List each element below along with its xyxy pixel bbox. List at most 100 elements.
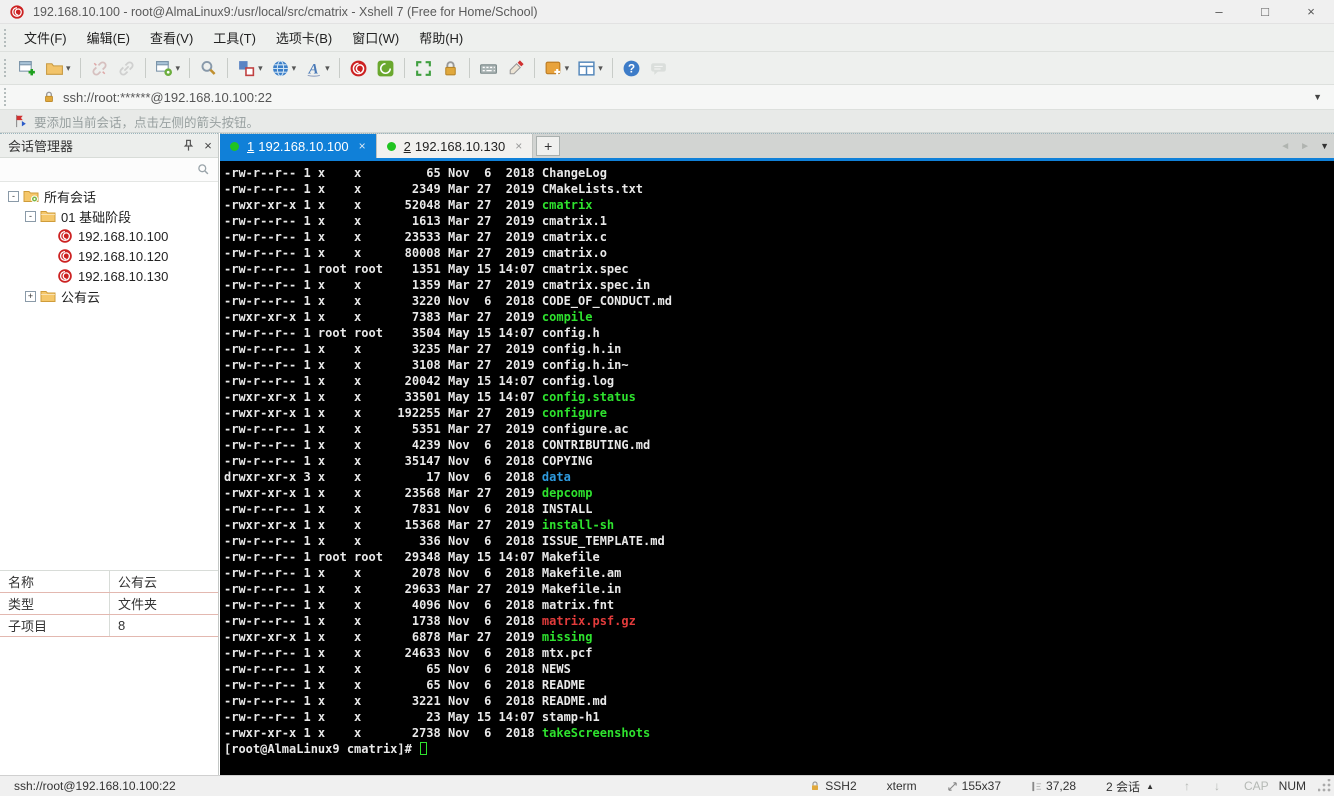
menu-item[interactable]: 窗口(W) [342, 27, 409, 50]
dropdown-caret-icon[interactable]: ▾ [598, 63, 603, 74]
terminal-line: -rw-r--r-- 1 root root 3504 May 15 14:07… [224, 326, 600, 340]
help-button[interactable]: ? [619, 56, 644, 81]
reconnect-button[interactable] [114, 56, 139, 81]
tile-button[interactable]: ▾ [574, 56, 606, 81]
menu-item[interactable]: 查看(V) [140, 27, 203, 50]
font-button[interactable]: A ▾ [301, 56, 333, 81]
file-name: config.h.in [541, 342, 622, 356]
tree-item-192.168.10.120[interactable]: 192.168.10.120 [0, 246, 218, 266]
close-panel-icon[interactable]: × [198, 136, 218, 156]
file-name: configure [541, 406, 607, 420]
session-tree: - 所有会话 -01 基础阶段 192.168.10.100 192.168.10.12… [0, 182, 218, 306]
toolbar-grip[interactable] [4, 28, 10, 47]
file-name: CODE_OF_CONDUCT.md [541, 294, 672, 308]
minimize-button[interactable]: – [1196, 0, 1242, 24]
new-tab-button[interactable]: + [536, 136, 561, 156]
xshell-button[interactable] [346, 56, 371, 81]
file-name: cmatrix.spec.in [541, 278, 651, 292]
tree-item--[interactable]: + 公有云 [0, 286, 218, 306]
status-caps-lock: CAP [1243, 779, 1269, 793]
reconnect-icon [117, 59, 136, 78]
menu-item[interactable]: 文件(F) [14, 27, 77, 50]
layout-button[interactable]: ▾ [234, 56, 266, 81]
menu-item[interactable]: 工具(T) [203, 27, 266, 50]
session-properties-button[interactable]: ▾ [152, 56, 184, 81]
new-session-button[interactable] [15, 56, 40, 81]
disconnect-button[interactable] [87, 56, 112, 81]
resize-grip[interactable] [1318, 779, 1332, 793]
dropdown-caret-icon[interactable]: ▾ [66, 63, 71, 74]
dropdown-caret-icon[interactable]: ▾ [325, 63, 330, 74]
scroll-down-icon[interactable]: ↓ [1214, 779, 1220, 793]
address-input[interactable]: ssh://root:******@192.168.10.100:22 [63, 90, 1301, 105]
terminal-line: -rw-r--r-- 1 x x 65 Nov 6 2018 ChangeLog [224, 166, 607, 180]
toolbar-separator [79, 58, 81, 78]
dropdown-caret-icon[interactable]: ▾ [292, 63, 297, 74]
property-key: 子项目 [0, 615, 110, 636]
web-button[interactable]: ▾ [268, 56, 300, 81]
terminal-line: -rw-r--r-- 1 x x 4239 Nov 6 2018 CONTRIB… [224, 438, 651, 452]
folder-icon [40, 288, 56, 304]
scroll-up-icon[interactable]: ↑ [1184, 779, 1190, 793]
address-dropdown-icon[interactable]: ▼ [1301, 92, 1334, 102]
tree-item--[interactable]: - 所有会话 [0, 186, 218, 206]
pin-icon[interactable] [178, 136, 198, 156]
toolbar-grip[interactable] [4, 59, 10, 77]
svg-text:A: A [308, 61, 319, 77]
keyboard-button[interactable] [476, 56, 501, 81]
file-name: cmatrix.1 [541, 214, 607, 228]
status-session-count[interactable]: 2 会话 ▲ [1106, 778, 1154, 795]
tab-scroll-left-icon[interactable]: ◄ [1275, 141, 1295, 152]
terminal-line: -rw-r--r-- 1 x x 3220 Nov 6 2018 CODE_OF… [224, 294, 672, 308]
tree-item-192.168.10.100[interactable]: 192.168.10.100 [0, 226, 218, 246]
tree-item-01-[interactable]: - 01 基础阶段 [0, 206, 218, 226]
sessions-dropdown-icon[interactable]: ▲ [1146, 782, 1154, 791]
menu-item[interactable]: 编辑(E) [77, 27, 140, 50]
collapse-icon[interactable]: - [25, 210, 36, 222]
ssl-lock-icon [42, 90, 56, 104]
dropdown-caret-icon[interactable]: ▾ [258, 63, 263, 74]
xftp-button[interactable] [373, 56, 398, 81]
dropdown-caret-icon[interactable]: ▾ [565, 63, 570, 74]
address-bar: ssh://root:******@192.168.10.100:22 ▼ [0, 85, 1334, 110]
tab-list-dropdown-icon[interactable]: ▼ [1315, 141, 1334, 151]
terminal-line: -rw-r--r-- 1 x x 1613 Mar 27 2019 cmatri… [224, 214, 607, 228]
tab-close-icon[interactable]: × [349, 139, 366, 153]
expand-icon[interactable]: + [25, 290, 36, 302]
file-name: cmatrix.spec [541, 262, 629, 276]
session-tab-192.168.10.100[interactable]: 1 192.168.10.100 × [220, 134, 377, 158]
terminal-line: -rw-r--r-- 1 x x 3108 Mar 27 2019 config… [224, 358, 629, 372]
tree-item-192.168.10.130[interactable]: 192.168.10.130 [0, 266, 218, 286]
terminal-line: -rw-r--r-- 1 x x 1738 Nov 6 2018 matrix.… [224, 614, 636, 628]
session-search-row[interactable] [0, 158, 218, 182]
property-key: 类型 [0, 593, 110, 614]
dropdown-caret-icon[interactable]: ▾ [176, 63, 181, 74]
collapse-icon[interactable]: - [8, 190, 19, 202]
highlighter-button[interactable] [503, 56, 528, 81]
tab-scroll-right-icon[interactable]: ► [1295, 141, 1315, 152]
lock-button[interactable] [438, 56, 463, 81]
tab-close-icon[interactable]: × [505, 139, 522, 153]
menu-item[interactable]: 选项卡(B) [266, 27, 342, 50]
file-name: data [541, 470, 571, 484]
terminal-pane: 1 192.168.10.100 × 2 192.168.10.130 × + ◄ ► ▼… [220, 133, 1334, 775]
terminal-line: -rw-r--r-- 1 x x 7831 Nov 6 2018 INSTALL [224, 502, 593, 516]
find-button[interactable] [196, 56, 221, 81]
new-transfer-button[interactable]: ▾ [541, 56, 573, 81]
folder-icon [40, 208, 56, 224]
fullscreen-button[interactable] [411, 56, 436, 81]
maximize-button[interactable]: □ [1242, 0, 1288, 24]
layout-icon [237, 59, 256, 78]
menu-item[interactable]: 帮助(H) [409, 27, 473, 50]
file-name: matrix.fnt [541, 598, 615, 612]
file-name: NEWS [541, 662, 571, 676]
open-session-button[interactable]: ▾ [42, 56, 74, 81]
xftp-icon [376, 59, 395, 78]
status-term-type: xterm [886, 779, 917, 793]
toolbar-grip[interactable] [4, 88, 10, 106]
terminal-screen[interactable]: -rw-r--r-- 1 x x 65 Nov 6 2018 ChangeLog… [220, 161, 1334, 772]
tile-icon [577, 59, 596, 78]
chat-button[interactable] [646, 56, 671, 81]
session-tab-192.168.10.130[interactable]: 2 192.168.10.130 × [376, 134, 534, 158]
close-button[interactable]: × [1288, 0, 1334, 24]
